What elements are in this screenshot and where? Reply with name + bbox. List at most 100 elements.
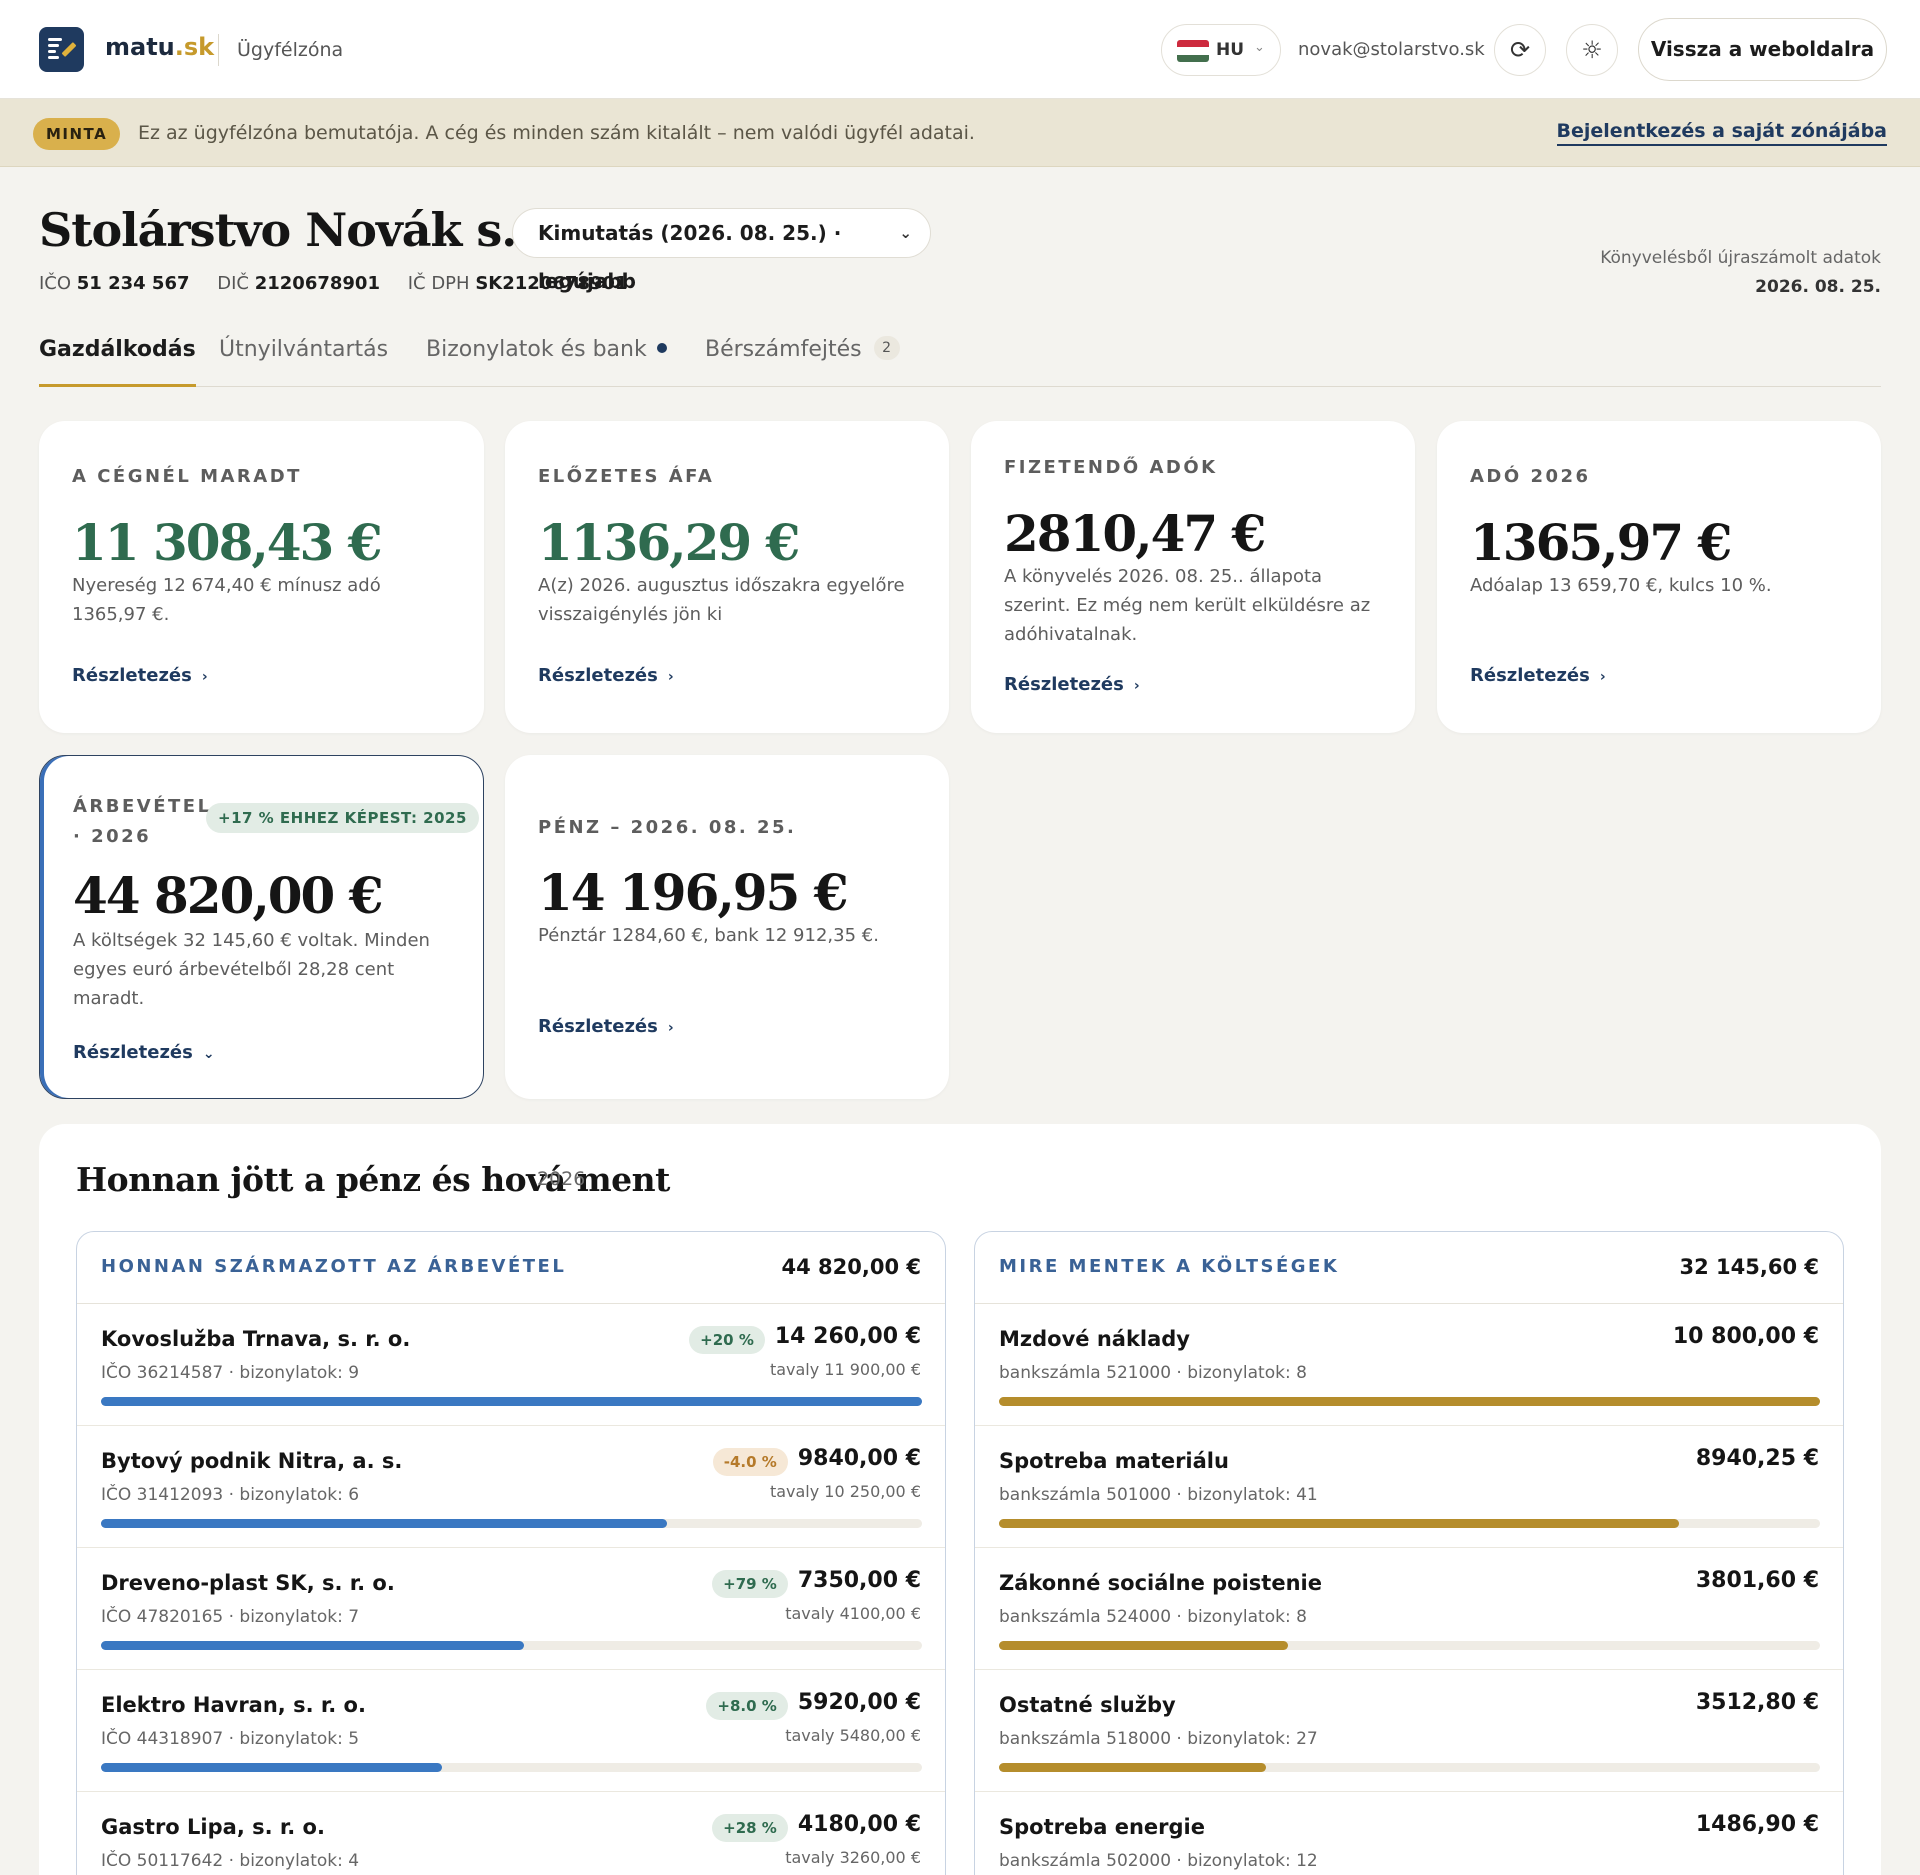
expense-category-row[interactable]: Ostatné služby bankszámla 518000 · bizony… (975, 1670, 1843, 1792)
login-own-zone-link[interactable]: Bejelentkezés a saját zónájába (1556, 120, 1887, 146)
language-code: HU (1216, 40, 1245, 60)
details-link[interactable]: Részletezés › (1470, 665, 1606, 686)
dic-value: 2120678901 (254, 273, 380, 294)
tab-count-badge: 2 (873, 336, 900, 360)
demo-badge: MINTA (33, 118, 121, 150)
chevron-down-icon: ⌄ (202, 1046, 215, 1062)
sun-icon: ☼ (1581, 36, 1603, 64)
card-description: A könyvelés 2026. 08. 25.. állapota szer… (1004, 566, 1371, 645)
details-link[interactable]: Részletezés › (1004, 674, 1140, 695)
tab-gazdalkodas[interactable]: Gazdálkodás (39, 337, 196, 387)
card-revenue[interactable]: ÁRBEVÉTEL · 2026 +17 % EHHEZ KÉPEST: 202… (39, 755, 484, 1099)
row-meta: IČO 31412093 · bizonylatok: 6 (101, 1485, 360, 1505)
row-amount: 5920,00 € (797, 1690, 921, 1715)
expense-panel: MIRE MENTEK A KÖLTSÉGEK 32 145,60 € Mzdo… (974, 1231, 1844, 1875)
card-description: Nyereség 12 674,40 € mínusz adó 1365,97 … (72, 575, 381, 625)
share-bar-fill (999, 1519, 1679, 1528)
report-select[interactable]: Kimutatás (2026. 08. 25.) · legújabb ⌄ (512, 208, 931, 293)
income-source-row[interactable]: Elektro Havran, s. r. o. IČO 44318907 · b… (77, 1670, 945, 1792)
card-tax-year: ADÓ 2026 1365,97 € Adóalap 13 659,70 €, … (1437, 421, 1881, 733)
panel-total: 32 145,60 € (1679, 1255, 1820, 1279)
expense-category-row[interactable]: Mzdové náklady bankszámla 521000 · bizony… (975, 1304, 1843, 1426)
back-to-website-button[interactable]: Vissza a weboldalra (1638, 18, 1887, 81)
demo-banner-text: Ez az ügyfélzóna bemutatója. A cég és mi… (138, 122, 975, 144)
yoy-change-badge: +17 % EHHEZ KÉPEST: 2025 (206, 803, 479, 833)
share-bar-fill (999, 1641, 1288, 1650)
income-source-row[interactable]: Dreveno-plast SK, s. r. o. IČO 47820165 ·… (77, 1548, 945, 1670)
expense-category-row[interactable]: Zákonné sociálne poistenie bankszámla 524… (975, 1548, 1843, 1670)
tab-bizonylatok-es-bank[interactable]: Bizonylatok és bank (426, 337, 667, 387)
row-meta: IČO 44318907 · bizonylatok: 5 (101, 1729, 360, 1749)
share-bar (101, 1519, 922, 1528)
icdph-value: SK2120678901 (475, 273, 628, 294)
panel-title: MIRE MENTEK A KÖLTSÉGEK (999, 1256, 1340, 1277)
share-bar-fill (101, 1641, 524, 1650)
row-meta: bankszámla 521000 · bizonylatok: 8 (999, 1363, 1307, 1383)
row-meta: bankszámla 501000 · bizonylatok: 41 (999, 1485, 1318, 1505)
user-email: novak@stolarstvo.sk (1298, 39, 1485, 60)
chevron-down-icon: ⌄ (1254, 40, 1265, 55)
row-amount: 7350,00 € (797, 1568, 921, 1593)
logo-icon[interactable] (39, 27, 84, 72)
row-name: Spotreba energie (999, 1815, 1206, 1839)
row-name: Spotreba materiálu (999, 1449, 1229, 1473)
share-bar (999, 1763, 1820, 1772)
card-label: ÁRBEVÉTEL · 2026 (73, 796, 212, 847)
refresh-button[interactable]: ⟳ (1494, 24, 1546, 76)
row-previous-year: tavaly 5480,00 € (785, 1726, 921, 1745)
income-source-row[interactable]: Kovoslužba Trnava, s. r. o. IČO 36214587 … (77, 1304, 945, 1426)
zone-label: Ügyfélzóna (237, 39, 344, 61)
card-label: FIZETENDŐ ADÓK (1004, 457, 1218, 478)
card-label: A CÉGNÉL MARADT (72, 466, 302, 487)
row-amount: 3512,80 € (1695, 1690, 1819, 1715)
row-name: Dreveno-plast SK, s. r. o. (101, 1571, 395, 1595)
chevron-down-icon: ⌄ (899, 224, 912, 242)
row-amount: 8940,25 € (1695, 1446, 1819, 1471)
recalc-date: 2026. 08. 25. (1755, 277, 1881, 297)
change-badge: +20 % (689, 1326, 765, 1354)
expense-category-row[interactable]: Spotreba energie bankszámla 502000 · bizo… (975, 1792, 1843, 1875)
row-meta: bankszámla 524000 · bizonylatok: 8 (999, 1607, 1307, 1627)
details-link[interactable]: Részletezés › (538, 665, 674, 686)
tab-berszamfejtes[interactable]: Bérszámfejtés 2 (705, 336, 900, 387)
income-source-row[interactable]: Gastro Lipa, s. r. o. IČO 50117642 · bizo… (77, 1792, 945, 1875)
card-description: A(z) 2026. augusztus időszakra egyelőre … (538, 575, 905, 625)
row-name: Kovoslužba Trnava, s. r. o. (101, 1327, 411, 1351)
details-link[interactable]: Részletezés › (72, 665, 208, 686)
card-label: ADÓ 2026 (1470, 466, 1591, 487)
card-label: ELŐZETES ÁFA (538, 466, 715, 487)
card-value: 44 820,00 € (73, 866, 384, 925)
chevron-right-icon: › (1599, 669, 1606, 685)
row-name: Bytový podnik Nitra, a. s. (101, 1449, 403, 1473)
row-meta: IČO 50117642 · bizonylatok: 4 (101, 1851, 360, 1871)
details-link[interactable]: Részletezés ⌄ (73, 1042, 215, 1063)
chevron-right-icon: › (667, 669, 674, 685)
row-name: Gastro Lipa, s. r. o. (101, 1815, 325, 1839)
change-badge: +8.0 % (706, 1692, 788, 1720)
card-description: A költségek 32 145,60 € voltak. Minden e… (73, 930, 430, 1009)
row-name: Mzdové náklady (999, 1327, 1190, 1351)
share-bar-fill (999, 1397, 1820, 1406)
row-amount: 1486,90 € (1695, 1812, 1819, 1837)
row-amount: 14 260,00 € (774, 1324, 921, 1349)
details-link[interactable]: Részletezés › (538, 1016, 674, 1037)
top-bar: matu.sk Ügyfélzóna HU ⌄ novak@stolarstvo… (0, 0, 1920, 99)
section-year: 2026 (537, 1168, 586, 1190)
language-select[interactable]: HU ⌄ (1161, 24, 1281, 76)
card-value: 1365,97 € (1470, 513, 1732, 572)
income-source-row[interactable]: Bytový podnik Nitra, a. s. IČO 31412093 ·… (77, 1426, 945, 1548)
row-meta: IČO 36214587 · bizonylatok: 9 (101, 1363, 360, 1383)
tab-utnyilvantartas[interactable]: Útnyilvántartás (219, 337, 388, 387)
theme-toggle-button[interactable]: ☼ (1566, 24, 1618, 76)
row-amount: 4180,00 € (797, 1812, 921, 1837)
row-previous-year: tavaly 10 250,00 € (769, 1482, 921, 1501)
unread-dot-icon (656, 343, 667, 353)
panel-header: HONNAN SZÁRMAZOTT AZ ÁRBEVÉTEL 44 820,00… (77, 1232, 945, 1304)
expense-category-row[interactable]: Spotreba materiálu bankszámla 501000 · bi… (975, 1426, 1843, 1548)
row-previous-year: tavaly 3260,00 € (785, 1848, 921, 1867)
change-badge: -4.0 % (712, 1448, 788, 1476)
chevron-right-icon: › (1133, 678, 1140, 694)
share-bar-fill (999, 1763, 1266, 1772)
card-value: 14 196,95 € (538, 863, 849, 922)
brand-name[interactable]: matu.sk (105, 33, 214, 61)
